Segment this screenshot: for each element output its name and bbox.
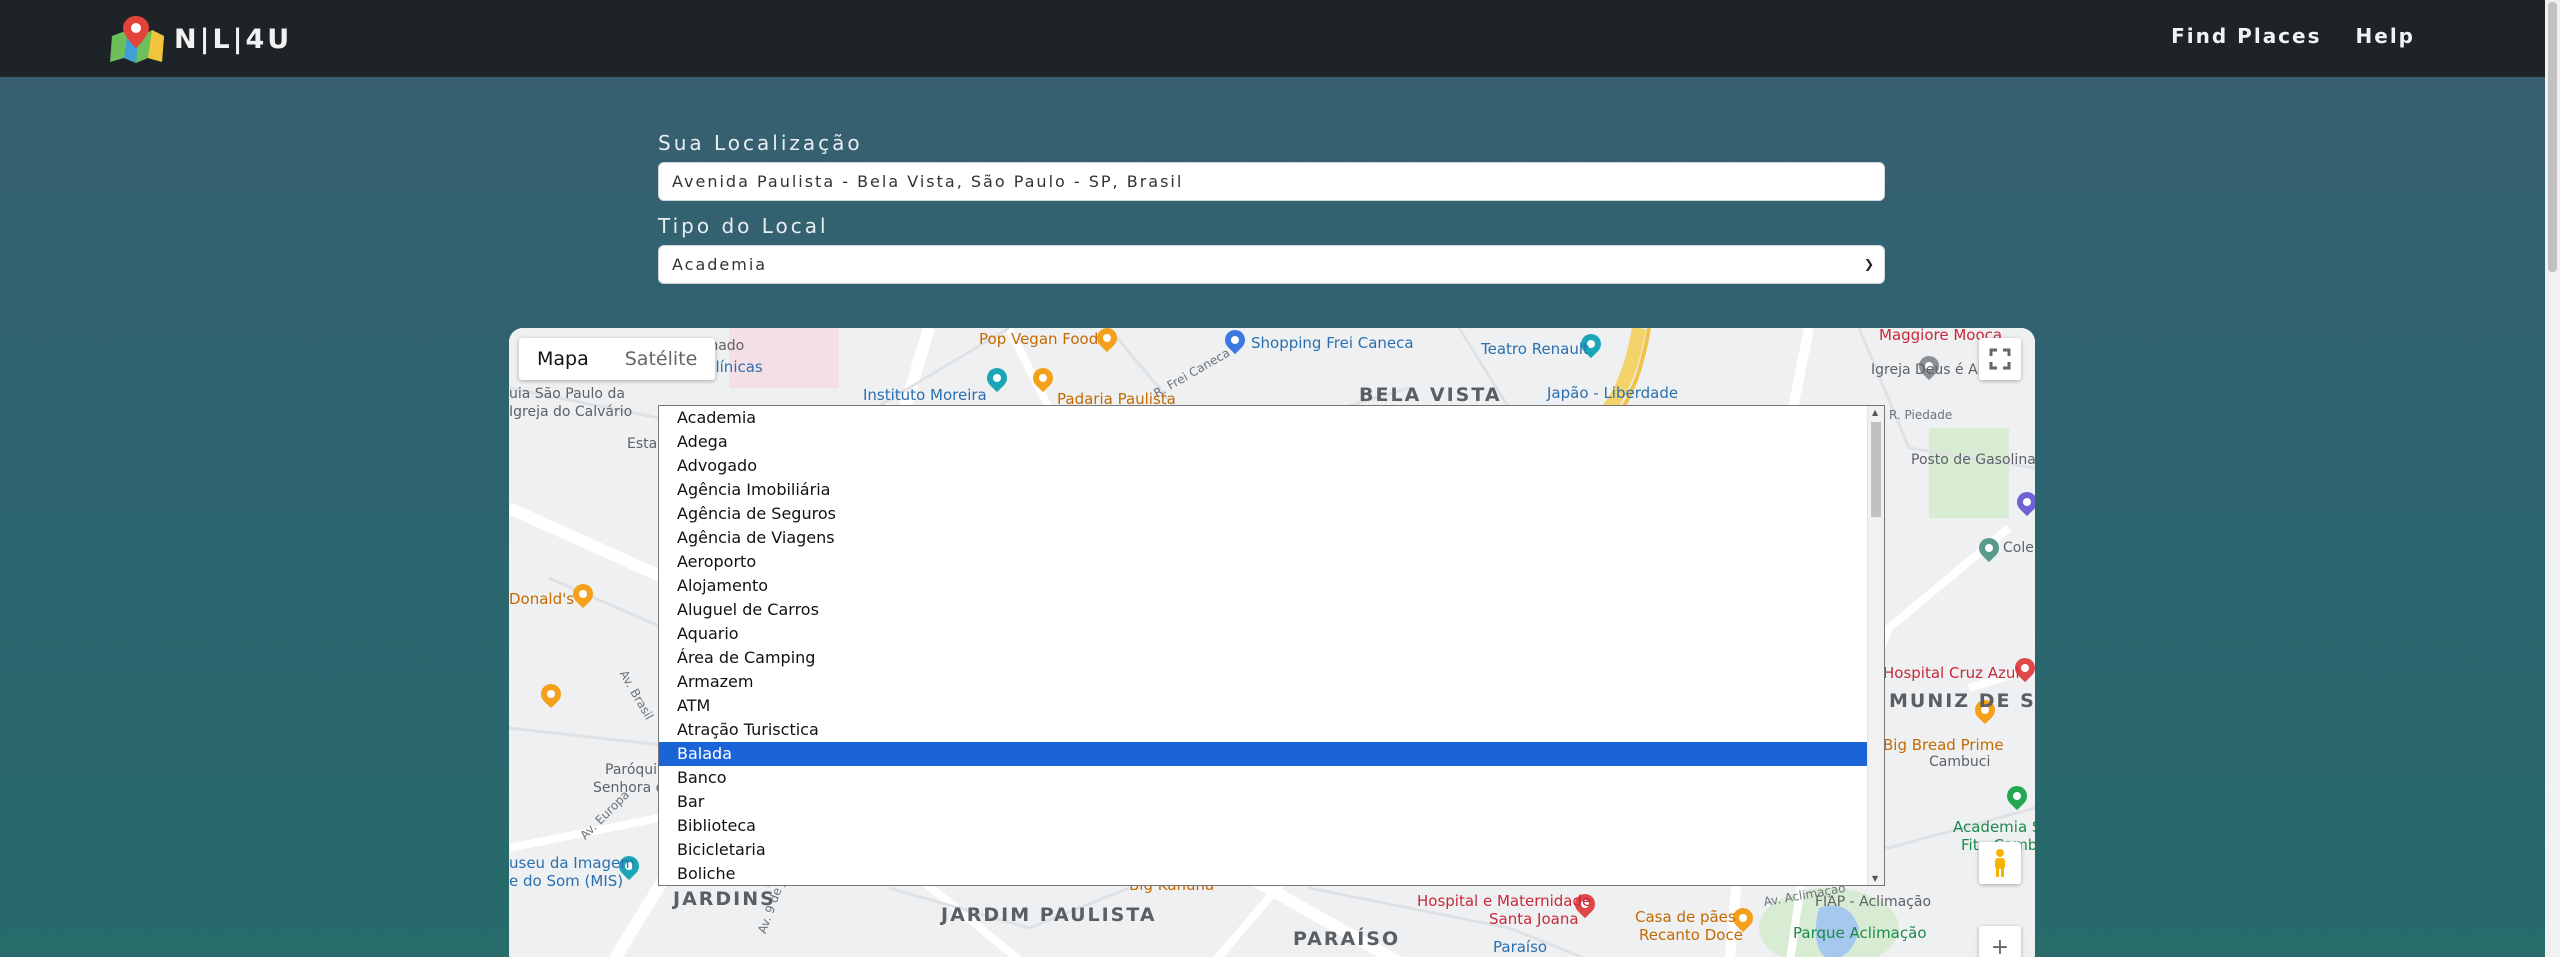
dropdown-option[interactable]: Agência de Viagens [659,526,1868,550]
dropdown-option[interactable]: Balada [659,742,1868,766]
dropdown-option[interactable]: Advogado [659,454,1868,478]
poi-santa-joana: Santa Joana [1489,910,1579,928]
brand[interactable]: N|L|4U [108,14,292,64]
location-label: Sua Localização [658,131,863,155]
poi-cole: Cole [2003,540,2034,556]
poi-calvario: Igreja do Calvário [509,404,633,420]
district-muniz: MUNIZ DE SOUZA [1889,690,2035,712]
district-jardins: JARDINS [673,888,776,910]
dropdown-option[interactable]: Agência de Seguros [659,502,1868,526]
dropdown-option[interactable]: ATM [659,694,1868,718]
fullscreen-icon [1989,348,2011,370]
poi-posto: Posto de Gasolina [1911,452,2035,468]
place-type-value: Academia [672,255,768,274]
zoom-in-button[interactable]: + [1979,926,2021,957]
dropdown-option[interactable]: Alojamento [659,574,1868,598]
pegman-icon [1995,849,2005,877]
place-type-label: Tipo do Local [658,214,829,238]
poi-recanto: Recanto Doce [1639,926,1743,944]
dropdown-option[interactable]: Armazem [659,670,1868,694]
district-paraiso: PARAÍSO [1293,928,1401,950]
place-type-select[interactable]: Academia ❯ [658,245,1885,284]
nav-find-places[interactable]: Find Places [2171,24,2321,48]
map-type-map-button[interactable]: Mapa [519,338,607,380]
dropdown-scrollbar-thumb[interactable] [1871,422,1881,517]
poi-academia-smart: Academia Sma [1953,818,2035,836]
map-type-control: Mapa Satélite [519,338,716,380]
poi-cambuci: Cambuci [1929,754,1991,770]
district-bela-vista: BELA VISTA [1359,384,1502,406]
dropdown-option[interactable]: Aeroporto [659,550,1868,574]
fullscreen-button[interactable] [1979,338,2021,380]
scroll-up-icon[interactable]: ▲ [1872,408,1878,417]
poi-casa-paes: Casa de pães [1635,908,1736,926]
dropdown-option[interactable]: Atração Turisctica [659,718,1868,742]
street-view-button[interactable] [1979,842,2021,884]
poi-parque: Parque Aclimação [1793,924,1927,942]
poi-sao-paulo-igreja: uia São Paulo da [509,386,625,402]
dropdown-option[interactable]: Agência Imobiliária [659,478,1868,502]
dropdown-option[interactable]: Bar [659,790,1868,814]
zoom-in-icon: + [1990,934,2010,957]
navbar: N|L|4U Find Places Help [0,0,2545,77]
location-input[interactable]: Avenida Paulista - Bela Vista, São Paulo… [658,162,1885,201]
street-label: R. Piedade [1889,408,1953,422]
dropdown-option[interactable]: Banco [659,766,1868,790]
poi-pop-vegan: Pop Vegan Food [979,330,1099,348]
page-scrollbar-thumb[interactable] [2548,2,2557,272]
poi-japao: Japão - Liberdade [1547,384,1679,402]
dropdown-option[interactable]: Aquario [659,622,1868,646]
district-jardim-paulista: JARDIM PAULISTA [941,904,1157,926]
poi-hospital-mat: Hospital e Maternidade [1417,892,1592,910]
poi-paraiso-metro: Paraíso [1493,938,1548,956]
dropdown-option[interactable]: Aluguel de Carros [659,598,1868,622]
place-type-dropdown[interactable]: Academia Adega Advogado Agência Imobiliária… [658,405,1885,886]
poi-donalds: Donald's [509,590,575,608]
dropdown-option[interactable]: Academia [659,406,1868,430]
page-scrollbar[interactable] [2545,0,2560,957]
poi-shopping: Shopping Frei Caneca [1251,334,1414,352]
chevron-down-icon: ❯ [1863,257,1876,271]
poi-hospital-cruz: Hospital Cruz Azul [1883,664,2020,682]
dropdown-option[interactable]: Bicicletaria [659,838,1868,862]
map-pin-logo-icon [110,16,164,63]
poi-teatro: Teatro Renault [1481,340,1589,358]
dropdown-option[interactable]: Biblioteca [659,814,1868,838]
nav-links: Find Places Help [2171,24,2415,48]
dropdown-option[interactable]: Boliche [659,862,1868,885]
dropdown-option[interactable]: Adega [659,430,1868,454]
nav-help[interactable]: Help [2356,24,2415,48]
poi-museu: useu da Imagem [509,854,635,872]
map-type-satellite-button[interactable]: Satélite [607,338,716,380]
poi-som: e do Som (MIS) [509,872,624,890]
scroll-down-icon[interactable]: ▼ [1872,874,1878,883]
dropdown-option[interactable]: Área de Camping [659,646,1868,670]
dropdown-scrollbar[interactable]: ▲ ▼ [1867,406,1884,885]
poi-big-bread: Big Bread Prime [1883,736,2004,754]
poi-moreira: Instituto Moreira [863,386,987,404]
dropdown-options: Academia Adega Advogado Agência Imobiliária… [659,406,1868,885]
poi-paroquia: Paróquia [605,762,666,778]
brand-name: N|L|4U [174,23,293,55]
